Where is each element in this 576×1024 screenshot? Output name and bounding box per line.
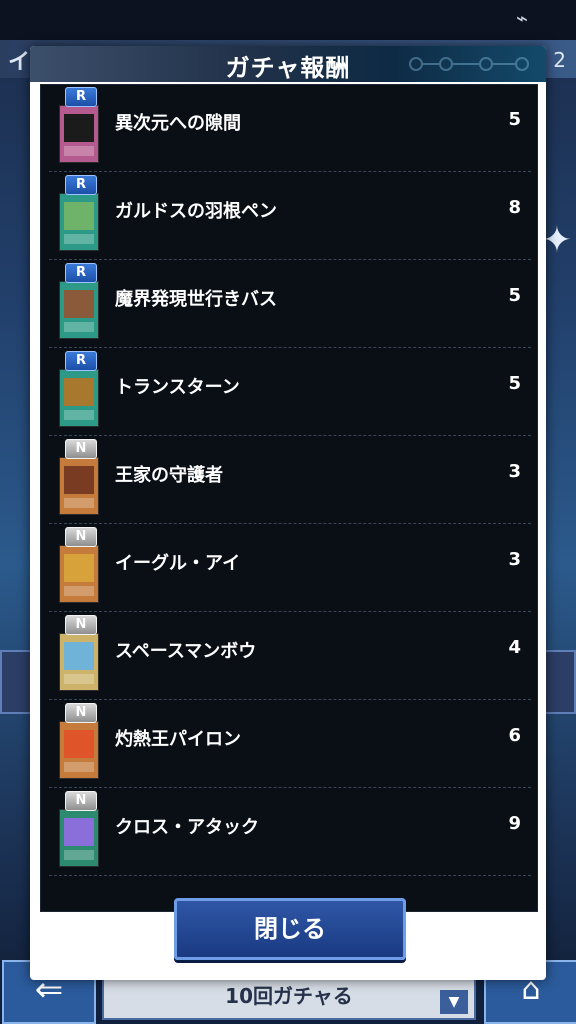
card-name: スペースマンボウ <box>115 641 257 662</box>
card-text-box <box>64 762 94 772</box>
rarity-badge: R <box>65 351 97 371</box>
card-thumbnail <box>59 721 99 779</box>
close-button[interactable]: 閉じる <box>174 898 406 960</box>
rarity-badge: N <box>65 791 97 811</box>
card-thumbnail <box>59 809 99 867</box>
reward-list-inner: R 異次元への隙間 5 R ガルドスの羽根ペン 8 R 魔界発現世行きバス 5 R トランスターン 5… <box>49 85 531 877</box>
card-thumbnail <box>59 369 99 427</box>
reward-row[interactable]: N クロス・アタック 9 <box>49 789 531 876</box>
card-thumbnail <box>59 545 99 603</box>
card-count: 3 <box>508 549 521 570</box>
card-name: ガルドスの羽根ペン <box>115 201 277 222</box>
card-art <box>64 466 94 494</box>
card-thumbnail <box>59 633 99 691</box>
rarity-badge: R <box>65 175 97 195</box>
reward-row[interactable]: N 灼熱王パイロン 6 <box>49 701 531 788</box>
card-thumbnail <box>59 281 99 339</box>
card-text-box <box>64 498 94 508</box>
card-art <box>64 554 94 582</box>
chevron-down-icon[interactable]: ▼ <box>440 990 468 1014</box>
card-name: 魔界発現世行きバス <box>115 289 277 310</box>
card-art <box>64 114 94 142</box>
reward-row[interactable]: R 異次元への隙間 5 <box>49 85 531 172</box>
card-art <box>64 378 94 406</box>
card-text-box <box>64 850 94 860</box>
card-name: クロス・アタック <box>115 817 259 838</box>
reward-dialog: ガチャ報酬 R 異次元への隙間 5 R ガルドスの羽根ペン 8 R 魔界発現世行きバス 5 R トラ… <box>30 46 546 980</box>
background-page-number: 2 <box>553 48 566 72</box>
no-signal-icon: ⌁ <box>516 6 529 30</box>
card-text-box <box>64 674 94 684</box>
card-thumbnail <box>59 457 99 515</box>
card-name: 異次元への隙間 <box>115 113 241 134</box>
reward-row[interactable]: N スペースマンボウ 4 <box>49 613 531 700</box>
reward-row[interactable]: R 魔界発現世行きバス 5 <box>49 261 531 348</box>
card-count: 9 <box>508 813 521 834</box>
card-text-box <box>64 586 94 596</box>
card-thumbnail <box>59 105 99 163</box>
rarity-badge: N <box>65 703 97 723</box>
card-count: 8 <box>508 197 521 218</box>
card-text-box <box>64 234 94 244</box>
card-art <box>64 290 94 318</box>
card-art <box>64 642 94 670</box>
card-thumbnail <box>59 193 99 251</box>
rarity-badge: N <box>65 439 97 459</box>
reward-row[interactable]: N 王家の守護者 3 <box>49 437 531 524</box>
card-count: 3 <box>508 461 521 482</box>
dialog-header: ガチャ報酬 <box>30 46 546 82</box>
rarity-badge: N <box>65 527 97 547</box>
card-text-box <box>64 322 94 332</box>
card-art <box>64 202 94 230</box>
rarity-badge: N <box>65 615 97 635</box>
card-count: 5 <box>508 285 521 306</box>
reward-row[interactable]: R トランスターン 5 <box>49 349 531 436</box>
card-count: 5 <box>508 373 521 394</box>
reward-list[interactable]: R 異次元への隙間 5 R ガルドスの羽根ペン 8 R 魔界発現世行きバス 5 R トランスターン 5… <box>40 84 538 912</box>
card-name: 灼熱王パイロン <box>115 729 241 750</box>
rarity-badge: R <box>65 263 97 283</box>
card-count: 5 <box>508 109 521 130</box>
card-count: 6 <box>508 725 521 746</box>
reward-row[interactable]: R ガルドスの羽根ペン 8 <box>49 173 531 260</box>
rarity-badge: R <box>65 87 97 107</box>
card-art <box>64 818 94 846</box>
card-art <box>64 730 94 758</box>
card-name: イーグル・アイ <box>115 553 241 574</box>
card-name: 王家の守護者 <box>115 465 223 486</box>
background-panel-right <box>542 650 576 714</box>
reward-row[interactable]: N イーグル・アイ 3 <box>49 525 531 612</box>
card-text-box <box>64 146 94 156</box>
status-bar <box>0 0 576 40</box>
card-count: 4 <box>508 637 521 658</box>
dialog-title: ガチャ報酬 <box>225 54 351 82</box>
sparkle-icon: ✦ <box>541 220 572 261</box>
card-text-box <box>64 410 94 420</box>
card-name: トランスターン <box>115 377 240 398</box>
